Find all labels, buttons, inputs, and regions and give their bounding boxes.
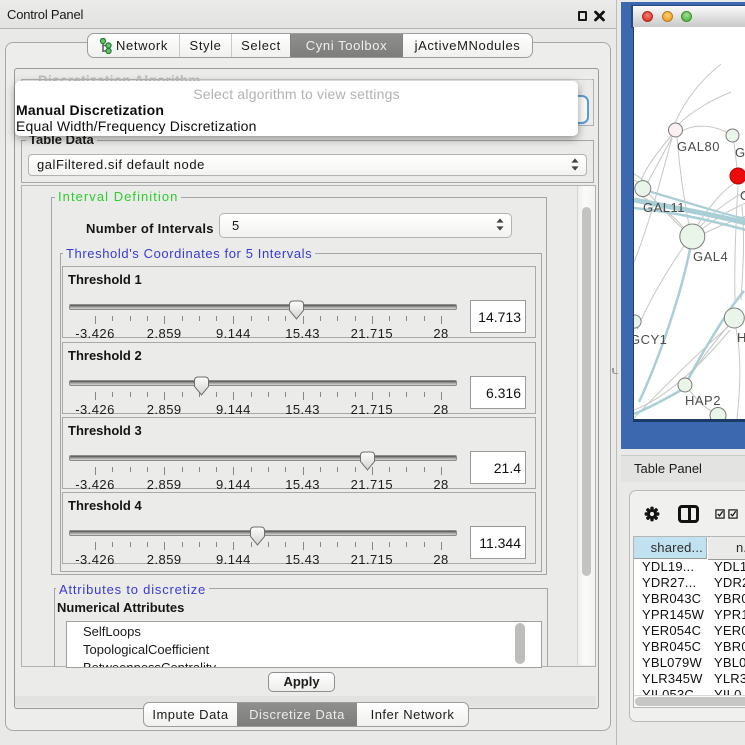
svg-text:GCY1: GCY1 <box>634 332 667 347</box>
svg-text:C: C <box>740 188 745 203</box>
svg-text:GAL4: GAL4 <box>693 249 728 264</box>
svg-text:H: H <box>737 330 745 345</box>
svg-text:GAL11: GAL11 <box>643 200 685 215</box>
svg-text:GAL80: GAL80 <box>677 139 720 154</box>
svg-text:HAP2: HAP2 <box>685 393 721 408</box>
svg-text:GA: GA <box>735 145 745 160</box>
